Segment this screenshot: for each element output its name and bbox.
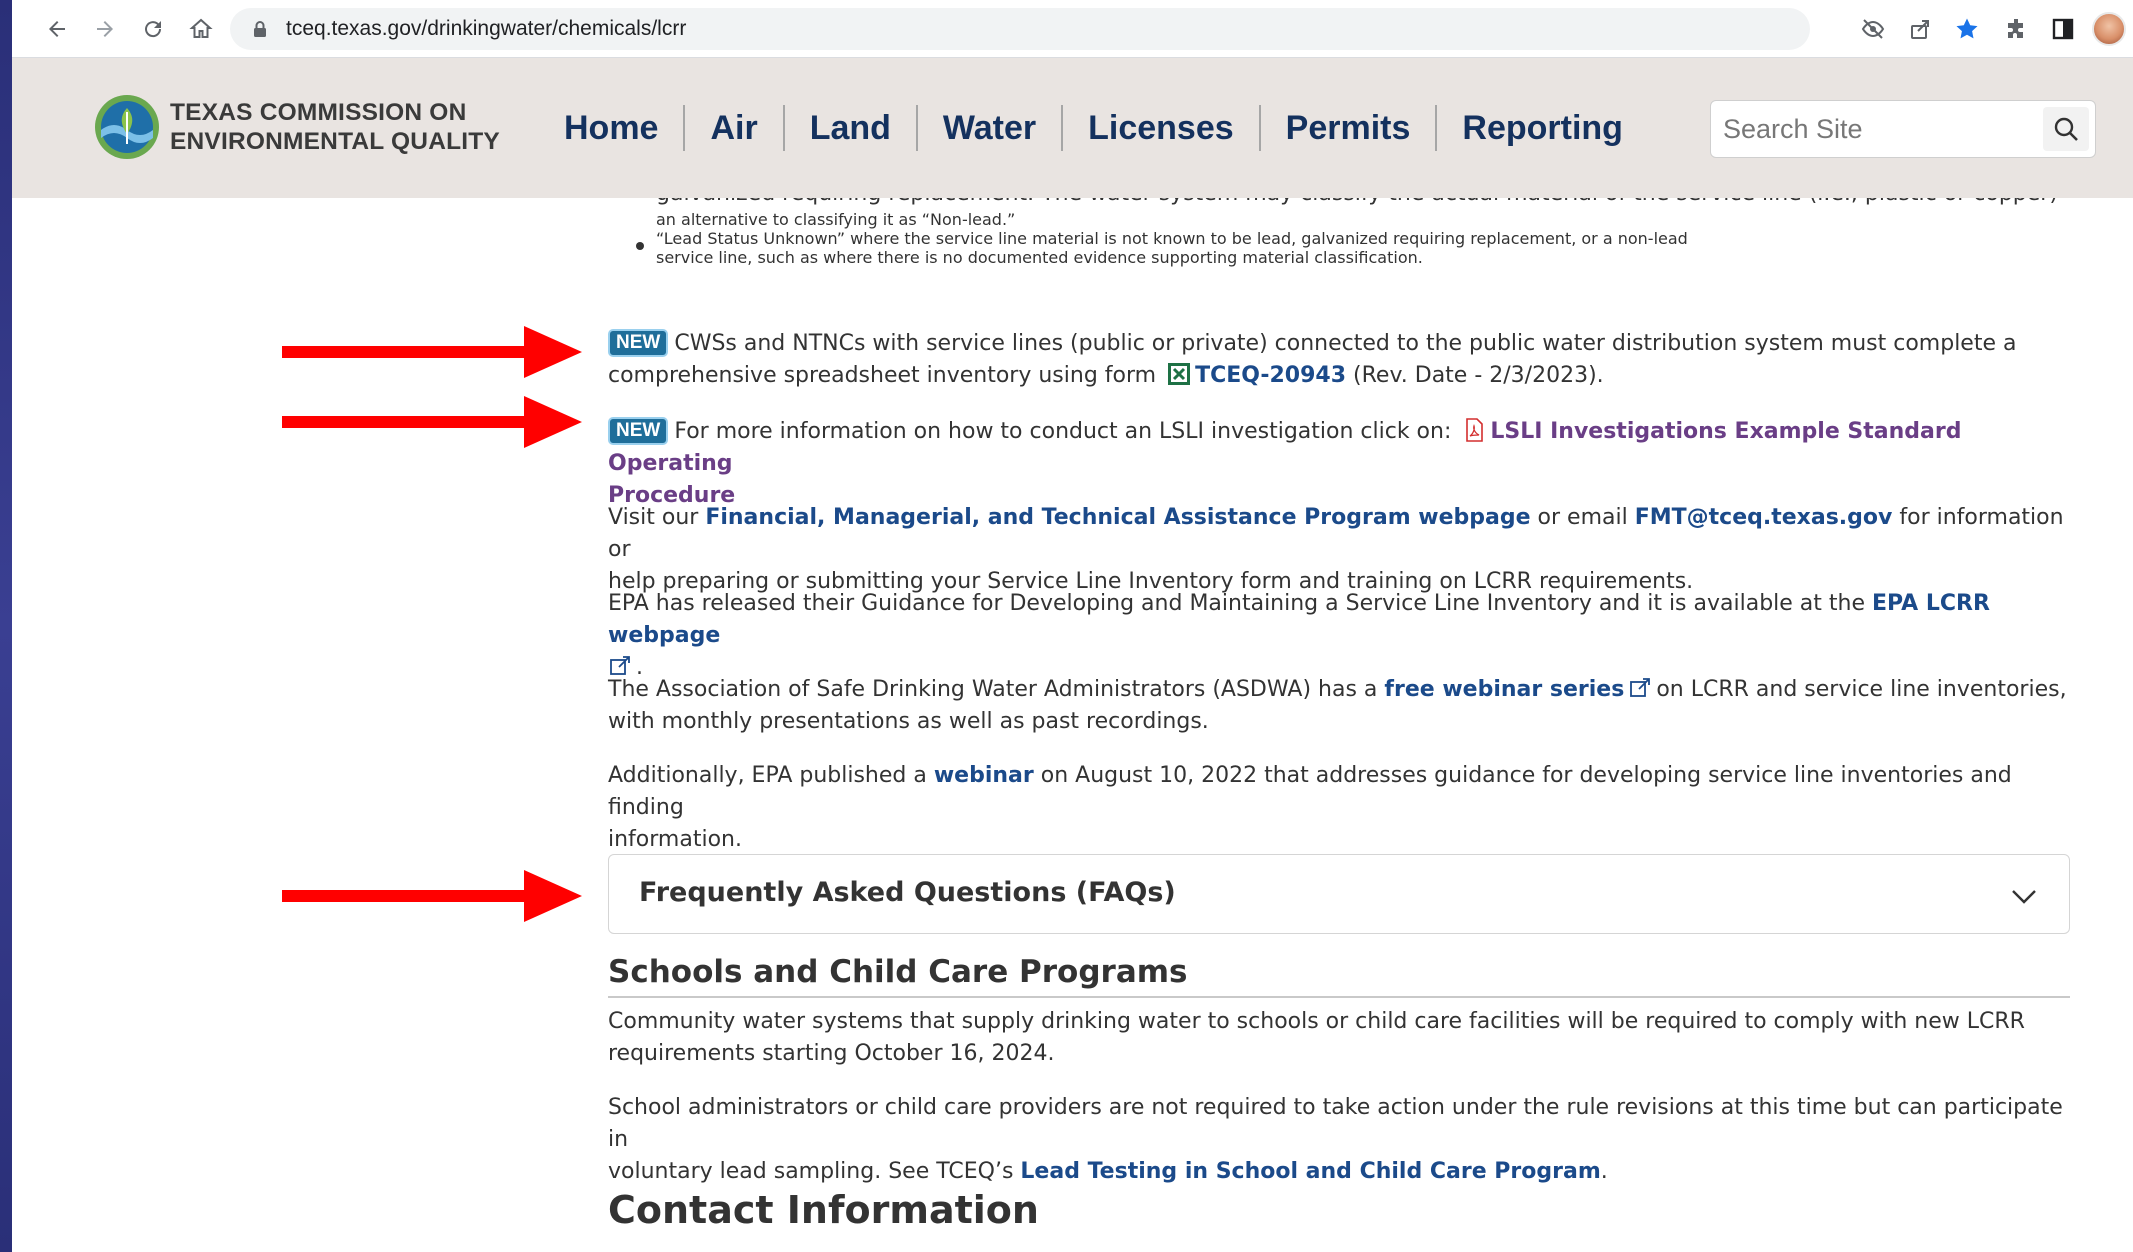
schools-paragraph-1: Community water systems that supply drin…: [608, 1006, 2088, 1070]
epa-guidance-paragraph: EPA has released their Guidance for Deve…: [608, 588, 2088, 684]
reload-icon: [145, 21, 162, 38]
nav-reporting[interactable]: Reporting: [1437, 105, 1648, 151]
search-input[interactable]: [1711, 101, 2041, 157]
chevron-down-icon[interactable]: [2009, 881, 2039, 911]
home-icon: [189, 18, 213, 38]
nav-licenses[interactable]: Licenses: [1063, 105, 1261, 151]
paragraph-text: requirements starting October 16, 2024.: [608, 1041, 1055, 1066]
paragraph-text: on LCRR and service line inventories,: [1656, 677, 2067, 702]
desktop-background: [0, 0, 12, 1252]
tceq-logo-icon[interactable]: [94, 94, 160, 160]
paragraph-text: For more information on how to conduct a…: [674, 419, 1452, 444]
paragraph-text: .: [1600, 1159, 1608, 1184]
nav-permits[interactable]: Permits: [1261, 105, 1438, 151]
logo-line-2: ENVIRONMENTAL QUALITY: [170, 128, 500, 155]
site-header: TEXAS COMMISSION ON ENVIRONMENTAL QUALIT…: [12, 58, 2133, 198]
paragraph-text: Visit our: [608, 505, 699, 530]
inventory-paragraph: NEW CWSs and NTNCs with service lines (pu…: [608, 328, 2088, 392]
paragraph-text: (Rev. Date - 2/3/2023).: [1353, 363, 1604, 388]
list-item-text: an alternative to classifying it as “Non…: [656, 210, 1016, 229]
nav-land[interactable]: Land: [785, 105, 918, 151]
forward-button[interactable]: [88, 12, 122, 46]
back-arrow-icon: [49, 21, 65, 37]
external-link-icon[interactable]: [1628, 676, 1652, 700]
faq-accordion[interactable]: Frequently Asked Questions (FAQs): [608, 854, 2070, 934]
paragraph-text: voluntary lead sampling. See TCEQ’s: [608, 1159, 1014, 1184]
forward-arrow-icon: [97, 21, 113, 37]
nav-home[interactable]: Home: [540, 105, 686, 151]
search-icon: [2054, 117, 2078, 141]
schools-section-title: Schools and Child Care Programs: [608, 954, 2070, 998]
site-logo-text[interactable]: TEXAS COMMISSION ON ENVIRONMENTAL QUALIT…: [170, 98, 500, 156]
paragraph-text: CWSs and NTNCs with service lines (publi…: [674, 331, 2017, 356]
back-button[interactable]: [40, 12, 74, 46]
lsli-paragraph: NEW For more information on how to conduc…: [608, 416, 2088, 512]
red-arrow-icon: [282, 870, 582, 922]
page-content: galvanized requiring replacement. The wa…: [12, 198, 2133, 1252]
eye-off-icon[interactable]: [1860, 16, 1886, 42]
red-arrow-icon: [282, 326, 582, 378]
paragraph-text: Community water systems that supply drin…: [608, 1009, 2025, 1034]
bookmark-star-icon[interactable]: [1954, 16, 1980, 42]
nav-air[interactable]: Air: [685, 105, 785, 151]
excel-file-icon: [1168, 363, 1191, 385]
paragraph-text: School administrators or child care prov…: [608, 1095, 2063, 1152]
address-bar[interactable]: tceq.texas.gov/drinkingwater/chemicals/l…: [230, 8, 1978, 50]
paragraph-text: with monthly presentations as well as pa…: [608, 709, 1209, 734]
url-text: tceq.texas.gov/drinkingwater/chemicals/l…: [286, 17, 687, 40]
list-item-continuation: service line, such as where there is no …: [608, 248, 2068, 267]
list-item-text: “Lead Status Unknown” where the service …: [656, 229, 1688, 248]
browser-window: tceq.texas.gov/drinkingwater/chemicals/l…: [12, 0, 2133, 1252]
paragraph-text: information.: [608, 827, 742, 852]
lead-status-list: an alternative to classifying it as “Non…: [608, 210, 2068, 267]
partial-text-line: galvanized requiring replacement. The wa…: [656, 198, 2056, 210]
paragraph-text: or email: [1537, 505, 1628, 530]
lead-testing-program-link[interactable]: Lead Testing in School and Child Care Pr…: [1020, 1159, 1600, 1184]
fmt-email-link[interactable]: FMT@tceq.texas.gov: [1635, 505, 1893, 530]
list-item: “Lead Status Unknown” where the service …: [608, 229, 2068, 250]
pdf-file-icon: [1466, 418, 1484, 442]
site-search: [1710, 100, 2096, 158]
faq-title: Frequently Asked Questions (FAQs): [639, 877, 1176, 908]
main-nav: Home Air Land Water Licenses Permits Rep…: [540, 104, 1648, 152]
logo-line-1: TEXAS COMMISSION ON: [170, 99, 467, 126]
asdwa-paragraph: The Association of Safe Drinking Water A…: [608, 674, 2088, 738]
search-button[interactable]: [2043, 107, 2089, 151]
home-button[interactable]: [184, 12, 218, 46]
side-panel-icon[interactable]: [2050, 16, 2076, 42]
webinar-link[interactable]: webinar: [934, 763, 1034, 788]
profile-avatar[interactable]: [2092, 12, 2126, 46]
free-webinar-series-link[interactable]: free webinar series: [1384, 677, 1624, 702]
browser-toolbar: tceq.texas.gov/drinkingwater/chemicals/l…: [12, 0, 2133, 58]
extensions-puzzle-icon[interactable]: [2004, 16, 2030, 42]
fmt-program-link[interactable]: Financial, Managerial, and Technical Ass…: [705, 505, 1530, 530]
list-item-text: service line, such as where there is no …: [656, 248, 1423, 267]
red-arrow-icon: [282, 396, 582, 448]
contact-information-heading: Contact Information: [608, 1188, 1039, 1232]
schools-paragraph-2: School administrators or child care prov…: [608, 1092, 2088, 1188]
epa-webinar-paragraph: Additionally, EPA published a webinar on…: [608, 760, 2088, 856]
list-item-continuation: an alternative to classifying it as “Non…: [608, 210, 2068, 229]
tceq-20943-link[interactable]: TCEQ-20943: [1195, 363, 1346, 388]
nav-water[interactable]: Water: [918, 105, 1064, 151]
lock-icon: [254, 21, 266, 37]
new-badge: NEW: [608, 417, 669, 445]
paragraph-text: Additionally, EPA published a: [608, 763, 927, 788]
paragraph-text: EPA has released their Guidance for Deve…: [608, 591, 1866, 616]
paragraph-text: The Association of Safe Drinking Water A…: [608, 677, 1378, 702]
new-badge: NEW: [608, 329, 669, 357]
paragraph-text: comprehensive spreadsheet inventory usin…: [608, 363, 1157, 388]
fmt-paragraph: Visit our Financial, Managerial, and Tec…: [608, 502, 2088, 598]
reload-button[interactable]: [136, 12, 170, 46]
share-icon[interactable]: [1908, 16, 1934, 42]
